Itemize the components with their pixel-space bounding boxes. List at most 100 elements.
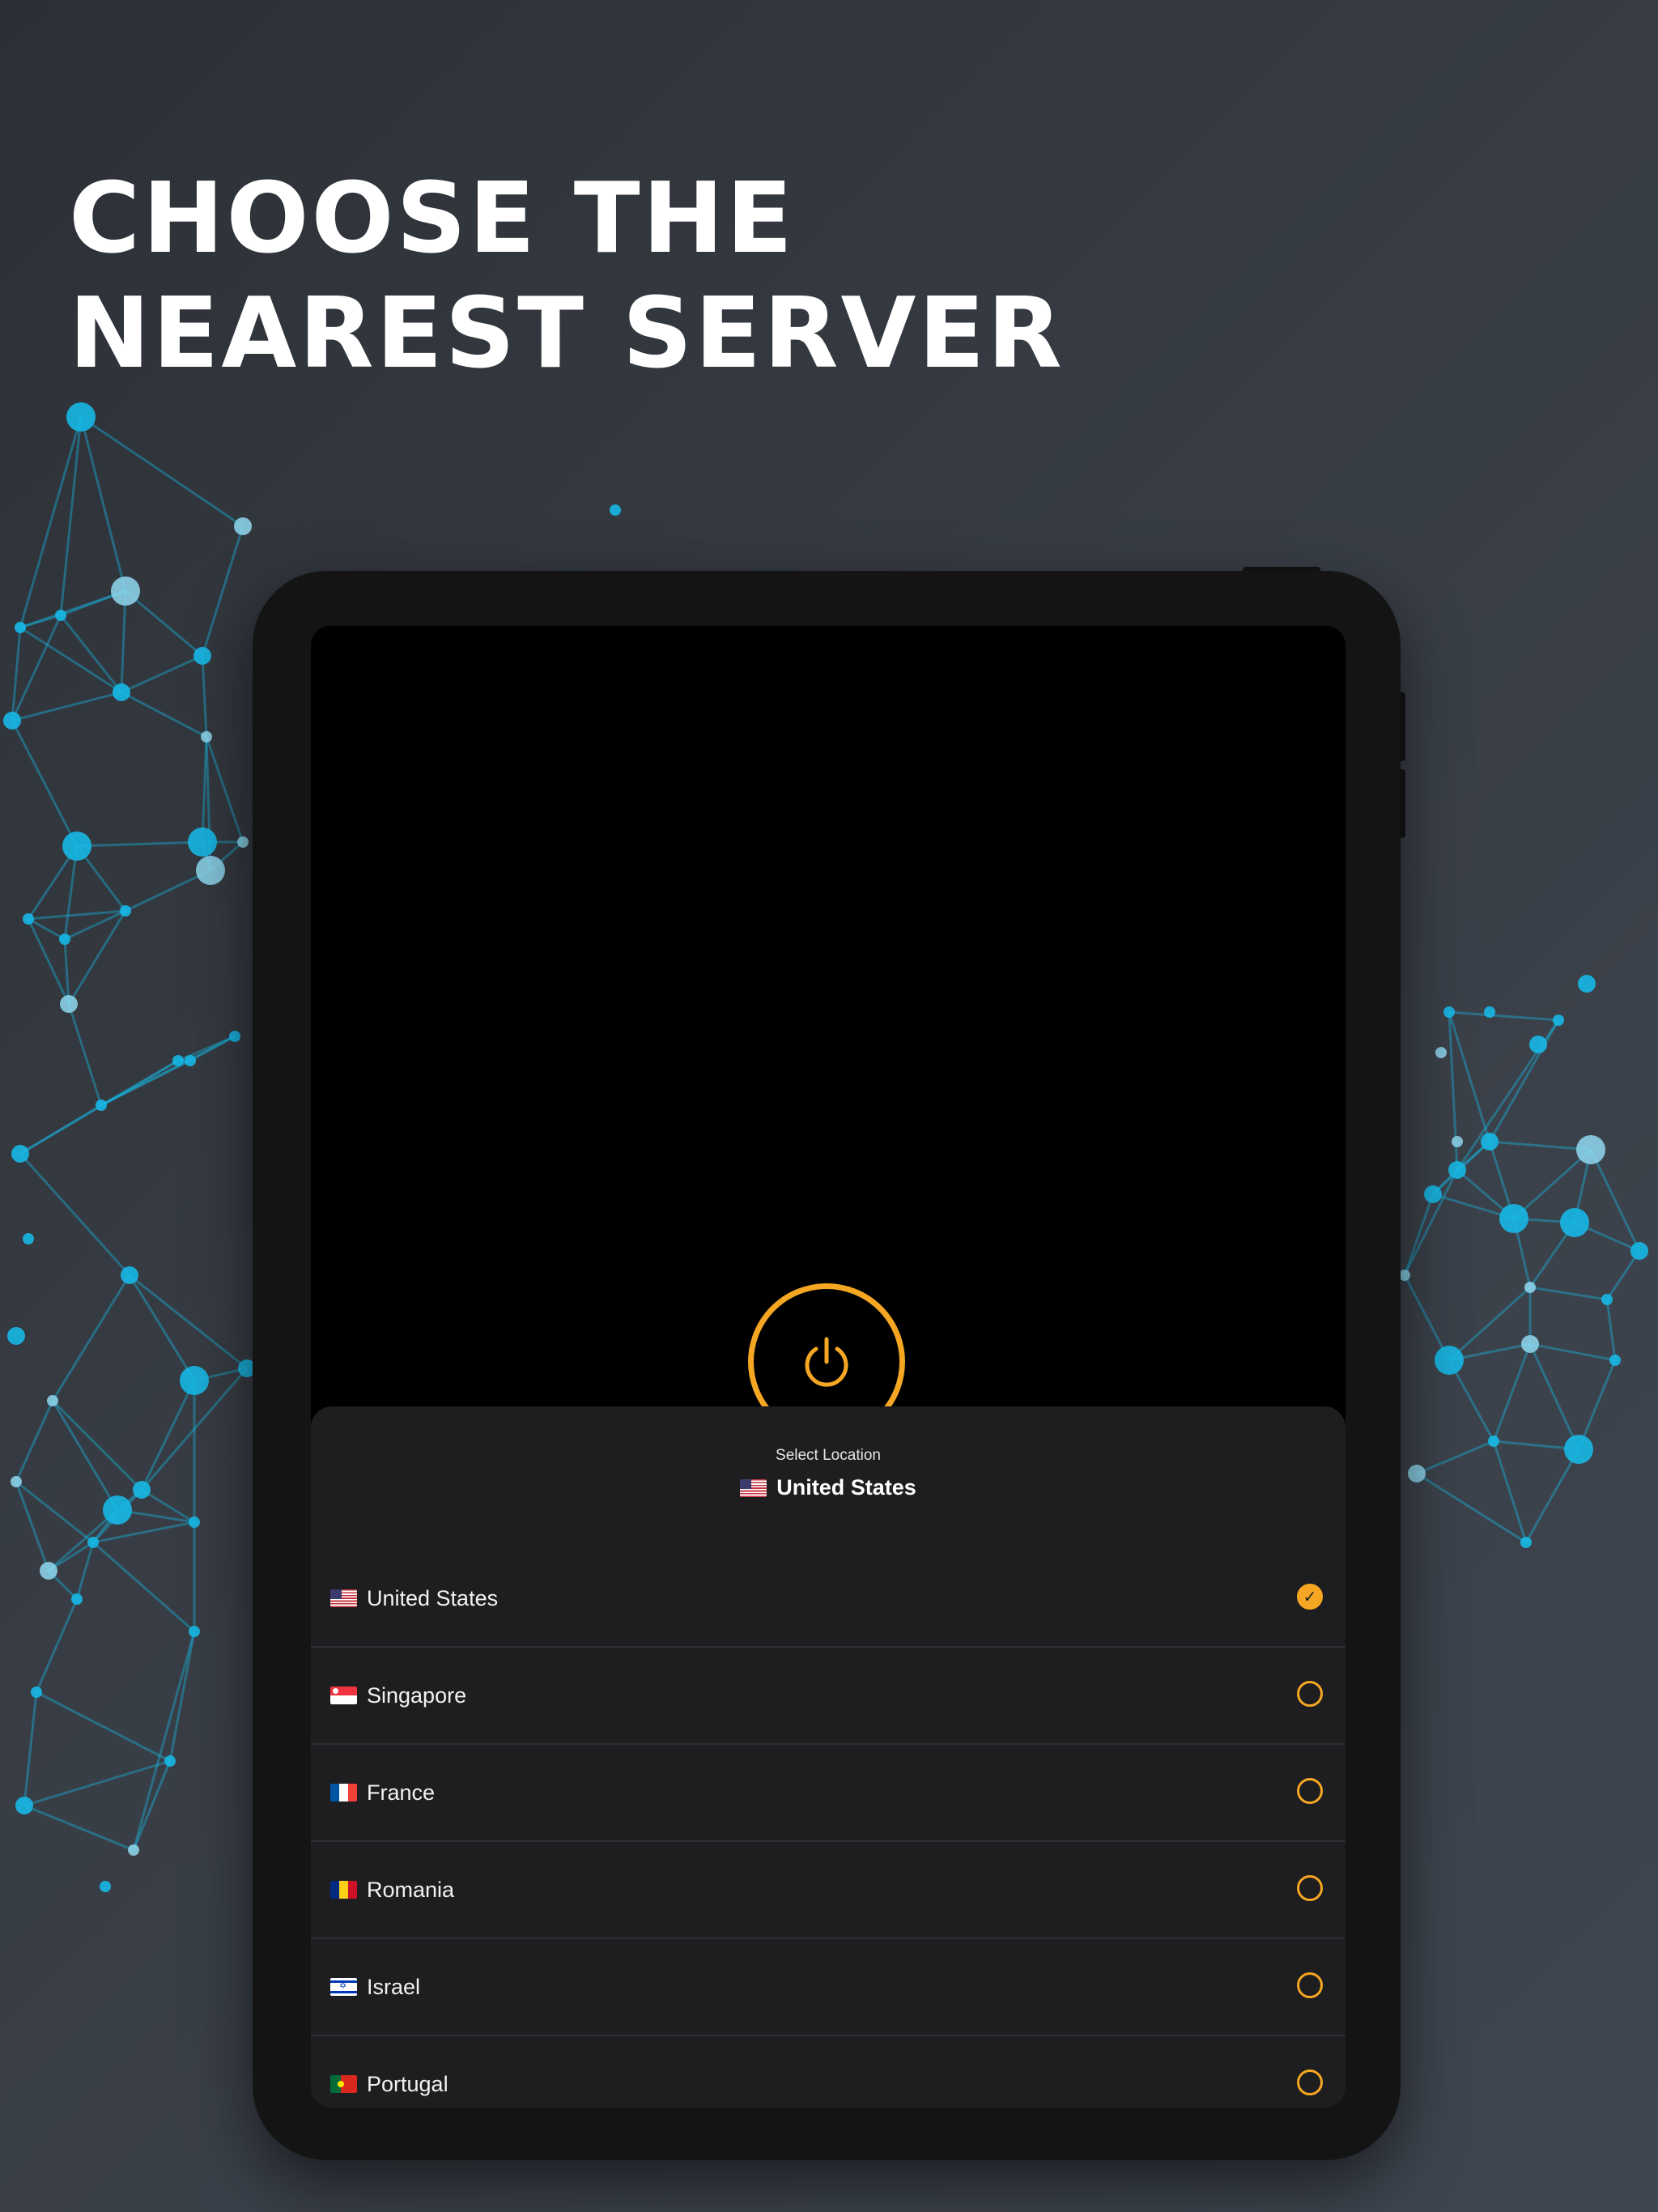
network-link [1512, 1148, 1592, 1220]
network-link [67, 1003, 103, 1106]
network-node [11, 1145, 29, 1163]
network-link [1448, 1286, 1532, 1362]
network-node [11, 1476, 22, 1487]
network-link [1529, 1342, 1616, 1362]
ro-flag-icon [330, 1881, 357, 1899]
network-node [1553, 1015, 1564, 1026]
radio-icon[interactable] [1297, 1681, 1323, 1707]
network-link [19, 416, 83, 628]
network-node [87, 1537, 99, 1548]
location-name: Portugal [367, 2071, 449, 2096]
location-sheet: Select Location United States United Sta… [311, 1406, 1346, 2108]
radio-icon[interactable] [1297, 2069, 1323, 2095]
us-flag-icon [740, 1478, 767, 1497]
network-node [71, 1593, 83, 1605]
network-link [23, 1691, 38, 1806]
network-node [7, 1327, 25, 1345]
location-name: Singapore [367, 1682, 467, 1708]
sg-flag-icon [330, 1687, 357, 1704]
current-location-name: United States [776, 1475, 916, 1499]
location-name: United States [367, 1585, 499, 1610]
network-node [237, 836, 249, 848]
radio-icon[interactable] [1297, 1875, 1323, 1901]
network-link [125, 589, 203, 657]
il-flag-icon [330, 1978, 357, 1996]
network-link [1492, 1343, 1532, 1442]
radio-icon[interactable] [1297, 1778, 1323, 1804]
network-link [1416, 1440, 1494, 1475]
location-row-singapore[interactable]: Singapore [311, 1648, 1346, 1745]
network-node [1601, 1294, 1613, 1305]
headline-line-2: NEAREST SERVER [69, 278, 1065, 390]
network-node [100, 1881, 111, 1892]
network-link [19, 626, 122, 694]
network-link [1416, 1472, 1527, 1544]
tablet-screen: Select Location United States United Sta… [311, 626, 1346, 2108]
us-flag-icon [330, 1589, 357, 1607]
network-link [1589, 1149, 1641, 1252]
network-link [1529, 1286, 1608, 1301]
location-name: France [367, 1780, 436, 1805]
network-node [164, 1755, 176, 1767]
network-node [229, 1031, 240, 1042]
network-link [15, 1400, 54, 1482]
network-node [66, 402, 96, 432]
network-link [76, 840, 203, 848]
network-node [188, 827, 217, 857]
network-node [120, 905, 131, 917]
location-name: Romania [367, 1877, 455, 1902]
network-node [59, 934, 70, 945]
network-node [1560, 1208, 1589, 1237]
network-node [1408, 1465, 1426, 1482]
network-node [1488, 1436, 1499, 1447]
network-node [15, 1797, 33, 1814]
network-link [201, 736, 208, 843]
network-node [23, 913, 34, 925]
network-link [59, 416, 83, 616]
location-name: Israel [367, 1974, 421, 1999]
network-node [60, 995, 78, 1013]
network-node [133, 1481, 151, 1499]
sheet-caption: Select Location [776, 1447, 881, 1464]
network-node [201, 731, 212, 742]
location-row-portugal[interactable]: Portugal [311, 2036, 1346, 2108]
network-node [180, 1366, 209, 1395]
network-node [103, 1495, 132, 1525]
network-link [35, 1598, 79, 1693]
pt-flag-icon [330, 2075, 357, 2093]
radio-checked-icon[interactable]: ✓ [1297, 1584, 1323, 1610]
network-link [19, 1152, 131, 1277]
network-link [201, 525, 244, 657]
network-link [132, 1631, 196, 1851]
network-node [189, 1516, 200, 1528]
location-row-israel[interactable]: Israel [311, 1939, 1346, 2036]
network-node [1424, 1185, 1442, 1203]
network-node [55, 610, 66, 621]
network-node [1499, 1204, 1528, 1233]
location-row-romania[interactable]: Romania [311, 1842, 1346, 1939]
network-link [120, 590, 127, 693]
network-node [185, 1055, 196, 1066]
network-link [1524, 1448, 1580, 1543]
network-link [92, 1541, 195, 1633]
network-node [121, 1266, 138, 1284]
network-node [1399, 1270, 1410, 1281]
network-link [1489, 1140, 1592, 1151]
network-node [113, 683, 130, 701]
network-node [1435, 1047, 1447, 1058]
network-node [1443, 1006, 1455, 1018]
network-link [205, 736, 244, 843]
network-node [3, 712, 21, 730]
network-link [140, 1380, 196, 1491]
location-row-france[interactable]: France [311, 1745, 1346, 1842]
network-node [189, 1626, 200, 1637]
network-link [128, 1274, 196, 1381]
current-location[interactable]: United States [311, 1475, 1346, 1500]
network-node [1452, 1136, 1463, 1147]
network-node [111, 576, 140, 606]
radio-icon[interactable] [1297, 1972, 1323, 1998]
network-node [172, 1055, 184, 1066]
location-row-united-states[interactable]: United States ✓ [311, 1551, 1346, 1648]
network-node [1630, 1242, 1648, 1260]
network-link [132, 1760, 172, 1851]
